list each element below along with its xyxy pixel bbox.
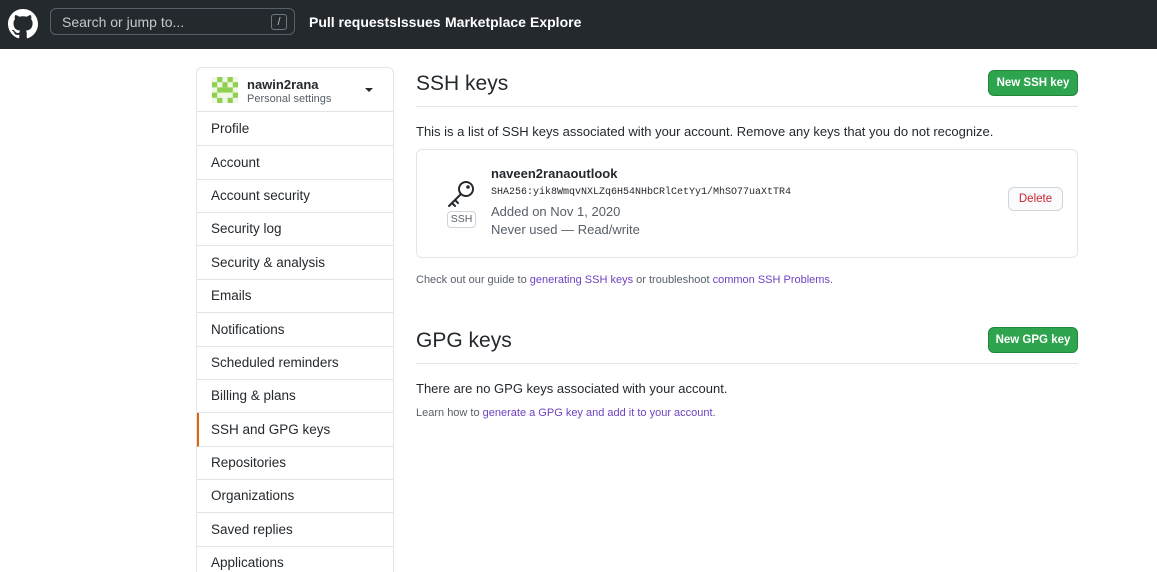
sidebar-item-saved-replies[interactable]: Saved replies	[197, 513, 393, 547]
sidebar-item-organizations[interactable]: Organizations	[197, 479, 393, 513]
gpg-learn-text: Learn how to generate a GPG key and add …	[416, 407, 716, 419]
guide-middle: or troubleshoot	[633, 274, 713, 286]
new-gpg-key-button[interactable]: New GPG key	[988, 327, 1078, 353]
username: nawin2rana	[247, 77, 319, 92]
gpg-empty-text: There are no GPG keys associated with yo…	[416, 381, 728, 396]
sidebar-item-billing-plans[interactable]: Billing & plans	[197, 379, 393, 413]
personal-settings-label: Personal settings	[247, 93, 332, 105]
nav-issues[interactable]: Issues	[397, 14, 441, 30]
key-icon	[448, 181, 474, 207]
sidebar-item-applications[interactable]: Applications	[197, 546, 393, 572]
new-ssh-key-button[interactable]: New SSH key	[988, 70, 1078, 96]
account-switcher[interactable]: nawin2rana Personal settings	[197, 68, 393, 112]
guide-prefix: Check out our guide to	[416, 274, 530, 286]
learn-prefix: Learn how to	[416, 407, 483, 419]
sidebar-item-repositories[interactable]: Repositories	[197, 446, 393, 480]
sidebar-item-ssh-gpg-keys[interactable]: SSH and GPG keys	[197, 413, 393, 447]
key-name: naveen2ranaoutlook	[491, 166, 618, 181]
sidebar-item-notifications[interactable]: Notifications	[197, 313, 393, 347]
guide-suffix: .	[829, 274, 834, 286]
ssh-key-card: SSH naveen2ranaoutlook SHA256:yik8WmqvNX…	[416, 149, 1078, 258]
gpg-keys-heading: GPG keys	[416, 329, 512, 352]
delete-key-button[interactable]: Delete	[1008, 187, 1063, 211]
ssh-intro-text: This is a list of SSH keys associated wi…	[416, 124, 994, 139]
ssh-keys-heading: SSH keys	[416, 72, 509, 95]
search-input[interactable]	[51, 9, 294, 34]
sidebar-item-emails[interactable]: Emails	[197, 279, 393, 313]
sidebar-item-profile[interactable]: Profile	[197, 112, 393, 146]
divider	[416, 363, 1078, 364]
divider	[416, 106, 1078, 107]
key-added-date: Added on Nov 1, 2020	[491, 204, 621, 219]
search-box[interactable]: /	[50, 8, 295, 35]
sidebar-item-security-log[interactable]: Security log	[197, 212, 393, 246]
nav-explore[interactable]: Explore	[530, 14, 581, 30]
learn-suffix: .	[712, 407, 716, 419]
key-usage: Never used — Read/write	[491, 222, 640, 237]
generating-ssh-keys-link[interactable]: generating SSH keys	[530, 274, 633, 286]
avatar	[212, 77, 238, 103]
common-ssh-problems-link[interactable]: common SSH Problems	[713, 274, 830, 286]
sidebar-item-security-analysis[interactable]: Security & analysis	[197, 246, 393, 280]
slash-shortcut-hint: /	[271, 14, 287, 30]
nav-marketplace[interactable]: Marketplace	[445, 14, 526, 30]
generate-gpg-key-link[interactable]: generate a GPG key and add it to your ac…	[483, 407, 713, 419]
caret-down-icon[interactable]	[365, 88, 373, 92]
github-logo-icon[interactable]	[8, 9, 38, 39]
ssh-guide-text: Check out our guide to generating SSH ke…	[416, 274, 833, 286]
top-header: / Pull requests Issues Marketplace Explo…	[0, 0, 1157, 49]
sidebar-item-account-security[interactable]: Account security	[197, 179, 393, 213]
key-fingerprint: SHA256:yik8WmqvNXLZq6H54NHbCRlCetYy1/MhS…	[491, 187, 792, 198]
sidebar-item-account[interactable]: Account	[197, 146, 393, 180]
ssh-type-badge: SSH	[447, 211, 476, 228]
settings-sidebar: nawin2rana Personal settings Profile Acc…	[196, 67, 394, 572]
sidebar-item-scheduled-reminders[interactable]: Scheduled reminders	[197, 346, 393, 380]
nav-pull-requests[interactable]: Pull requests	[309, 14, 397, 30]
